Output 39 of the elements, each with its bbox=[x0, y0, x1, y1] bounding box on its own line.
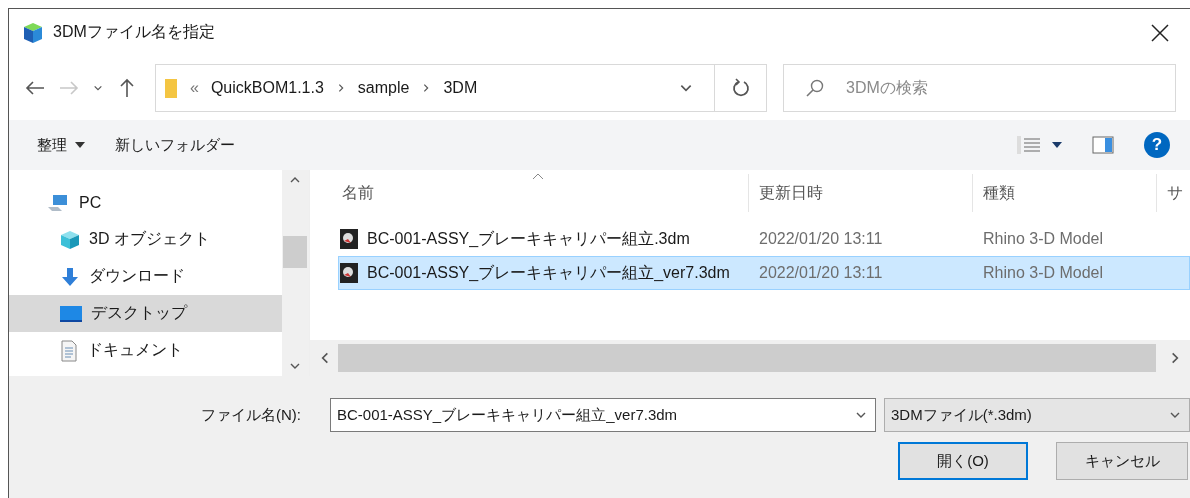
address-bar[interactable]: « QuickBOM1.1.3 sample 3DM bbox=[155, 64, 767, 112]
breadcrumb[interactable]: sample bbox=[357, 79, 410, 97]
column-header[interactable]: サ bbox=[1156, 174, 1190, 212]
nav-item-label: ドキュメント bbox=[87, 340, 183, 360]
file-name-value: BC-001-ASSY_ブレーキキャリパー組立_ver7.3dm bbox=[337, 405, 678, 425]
window-title: 3DMファイル名を指定 bbox=[53, 22, 216, 42]
file-name-field[interactable]: BC-001-ASSY_ブレーキキャリパー組立_ver7.3dm bbox=[330, 398, 876, 432]
file-type-dropdown[interactable]: 3DMファイル(*.3dm) bbox=[884, 398, 1190, 432]
nav-item[interactable]: デスクトップ bbox=[9, 295, 282, 332]
file-date: 2022/01/20 13:11 bbox=[758, 264, 884, 282]
column-header[interactable]: 更新日時 bbox=[748, 174, 972, 212]
overflow-chevrons[interactable]: « bbox=[190, 79, 199, 97]
cancel-button[interactable]: キャンセル bbox=[1056, 442, 1188, 480]
column-header[interactable]: 名前 bbox=[310, 174, 748, 212]
file-type: Rhino 3-D Model bbox=[982, 230, 1105, 248]
nav-item-label: ダウンロード bbox=[89, 266, 185, 286]
file-row[interactable]: BC-001-ASSY_ブレーキキャリパー組立.3dm 2022/01/20 13:11 Rhino 3-D Model bbox=[338, 222, 1190, 256]
breadcrumb[interactable]: 3DM bbox=[443, 79, 478, 97]
nav-item[interactable]: ダウンロード bbox=[9, 258, 282, 295]
file-name-label: ファイル名(N): bbox=[201, 405, 302, 425]
nav-item-label: 3D オブジェクト bbox=[89, 229, 210, 249]
new-folder-button[interactable]: 新しいフォルダー bbox=[115, 131, 235, 159]
open-button[interactable]: 開く(O) bbox=[898, 442, 1028, 480]
search-field[interactable]: 3DMの検索 bbox=[783, 64, 1176, 112]
file-date: 2022/01/20 13:11 bbox=[758, 230, 884, 248]
file-name: BC-001-ASSY_ブレーキキャリパー組立.3dm bbox=[367, 228, 690, 249]
nav-item[interactable]: PC bbox=[9, 184, 282, 221]
file-name: BC-001-ASSY_ブレーキキャリパー組立_ver7.3dm bbox=[367, 262, 730, 283]
file-type-value: 3DMファイル(*.3dm) bbox=[891, 405, 1032, 425]
file-row[interactable]: BC-001-ASSY_ブレーキキャリパー組立_ver7.3dm 2022/01/20 13:11 Rhino 3-D Model bbox=[338, 256, 1190, 290]
nav-item-label: デスクトップ bbox=[91, 303, 187, 323]
breadcrumb[interactable]: QuickBOM1.1.3 bbox=[210, 79, 324, 97]
nav-item[interactable]: 3D オブジェクト bbox=[9, 221, 282, 258]
nav-item[interactable]: ドキュメント bbox=[9, 332, 282, 369]
column-header[interactable]: 種類 bbox=[972, 174, 1156, 212]
help-button[interactable]: ? bbox=[1144, 132, 1170, 158]
organize-button[interactable]: 整理 bbox=[37, 131, 85, 159]
nav-item-label: PC bbox=[79, 193, 102, 212]
file-type: Rhino 3-D Model bbox=[982, 264, 1105, 282]
